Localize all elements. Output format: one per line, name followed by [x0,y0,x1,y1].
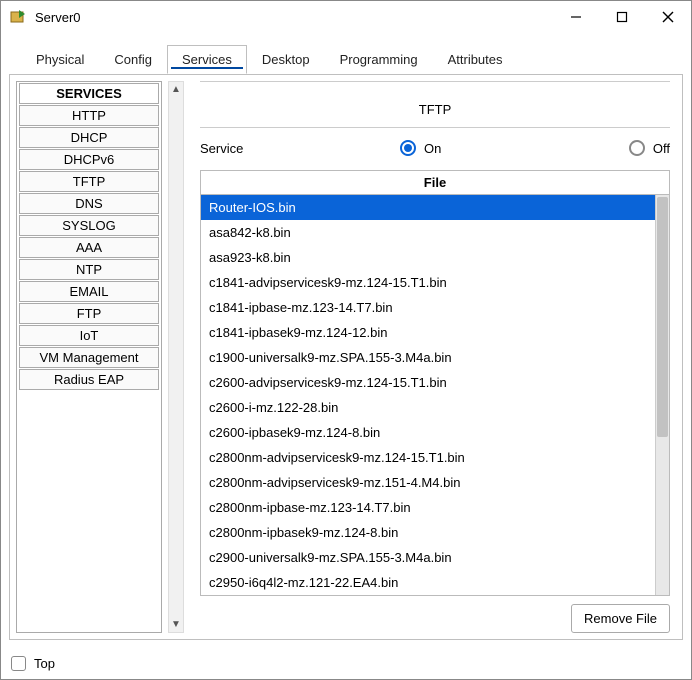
radio-on[interactable]: On [400,140,441,156]
app-icon [9,8,27,26]
file-column-header: File [201,171,669,195]
file-row[interactable]: c1841-ipbasek9-mz.124-12.bin [201,320,655,345]
file-row[interactable]: c2800nm-ipbase-mz.123-14.T7.bin [201,495,655,520]
sidebar-item-dhcp[interactable]: DHCP [19,127,159,148]
radio-off-dot-icon [629,140,645,156]
minimize-button[interactable] [553,2,599,32]
file-scrollbar[interactable] [655,195,669,595]
sidebar-item-email[interactable]: EMAIL [19,281,159,302]
maximize-button[interactable] [599,2,645,32]
sidebar-item-vm-management[interactable]: VM Management [19,347,159,368]
radio-on-dot-icon [400,140,416,156]
scroll-up-icon[interactable]: ▲ [171,82,181,97]
sidebar-item-http[interactable]: HTTP [19,105,159,126]
top-checkbox-label: Top [34,656,55,671]
file-row[interactable]: Router-IOS.bin [201,195,655,220]
scroll-down-icon[interactable]: ▼ [171,617,181,632]
tab-physical[interactable]: Physical [21,45,99,74]
services-sidebar: SERVICESHTTPDHCPDHCPv6TFTPDNSSYSLOGAAANT… [16,81,162,633]
window-title: Server0 [35,10,553,25]
file-row[interactable]: c2800nm-advipservicesk9-mz.124-15.T1.bin [201,445,655,470]
titlebar: Server0 [1,1,691,33]
file-row[interactable]: c2900-universalk9-mz.SPA.155-3.M4a.bin [201,545,655,570]
top-checkbox[interactable] [11,656,26,671]
sidebar-item-dns[interactable]: DNS [19,193,159,214]
file-row[interactable]: asa923-k8.bin [201,245,655,270]
tab-attributes[interactable]: Attributes [433,45,518,74]
file-row[interactable]: c2600-advipservicesk9-mz.124-15.T1.bin [201,370,655,395]
tab-services[interactable]: Services [167,45,247,74]
sidebar-item-aaa[interactable]: AAA [19,237,159,258]
file-list[interactable]: Router-IOS.binasa842-k8.binasa923-k8.bin… [201,195,655,595]
file-row[interactable]: c2950-i6q4l2-mz.121-22.EA4.bin [201,570,655,595]
sidebar-scrollbar[interactable]: ▲ ▼ [168,81,184,633]
radio-off[interactable]: Off [629,140,670,156]
file-row[interactable]: c2600-i-mz.122-28.bin [201,395,655,420]
file-row[interactable]: c2600-ipbasek9-mz.124-8.bin [201,420,655,445]
file-row[interactable]: c2800nm-ipbasek9-mz.124-8.bin [201,520,655,545]
radio-on-label: On [424,141,441,156]
sidebar-item-syslog[interactable]: SYSLOG [19,215,159,236]
tab-desktop[interactable]: Desktop [247,45,325,74]
file-row[interactable]: c1900-universalk9-mz.SPA.155-3.M4a.bin [201,345,655,370]
scroll-thumb[interactable] [657,197,668,437]
sidebar-item-iot[interactable]: IoT [19,325,159,346]
service-label: Service [200,141,400,156]
sidebar-item-ftp[interactable]: FTP [19,303,159,324]
sidebar-item-radius-eap[interactable]: Radius EAP [19,369,159,390]
sidebar-item-ntp[interactable]: NTP [19,259,159,280]
file-row[interactable]: asa842-k8.bin [201,220,655,245]
file-row[interactable]: c1841-ipbase-mz.123-14.T7.bin [201,295,655,320]
file-row[interactable]: c1841-advipservicesk9-mz.124-15.T1.bin [201,270,655,295]
sidebar-item-tftp[interactable]: TFTP [19,171,159,192]
tab-bar: PhysicalConfigServicesDesktopProgramming… [1,33,691,74]
radio-off-label: Off [653,141,670,156]
sidebar-item-dhcpv6[interactable]: DHCPv6 [19,149,159,170]
close-button[interactable] [645,2,691,32]
remove-file-button[interactable]: Remove File [571,604,670,633]
sidebar-header: SERVICES [19,83,159,104]
tab-config[interactable]: Config [99,45,167,74]
service-title: TFTP [200,88,670,127]
file-row[interactable]: c2800nm-advipservicesk9-mz.151-4.M4.bin [201,470,655,495]
tab-programming[interactable]: Programming [325,45,433,74]
